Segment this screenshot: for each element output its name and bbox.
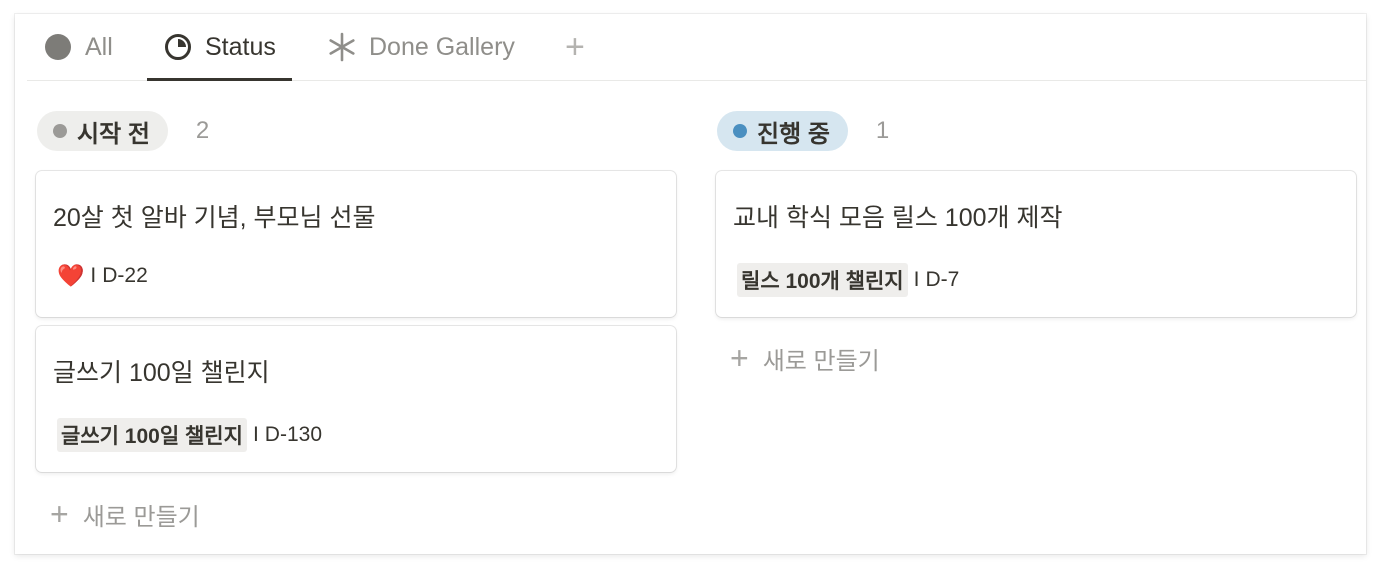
column-count: 1 bbox=[875, 117, 890, 144]
separator: I bbox=[913, 268, 920, 291]
card-properties: 릴스 100개 챌린지 I D-7 bbox=[733, 263, 959, 297]
add-view-button[interactable]: + bbox=[565, 14, 585, 80]
plus-icon: + bbox=[565, 27, 585, 66]
tab-all[interactable]: All bbox=[43, 14, 113, 80]
card-title: 교내 학식 모음 릴스 100개 제작 bbox=[733, 204, 1063, 232]
new-card-button[interactable]: + 새로 만들기 bbox=[730, 340, 880, 377]
tab-done-gallery[interactable]: Done Gallery bbox=[327, 14, 515, 80]
relation-tag[interactable]: 글쓰기 100일 챌린지 bbox=[57, 418, 247, 452]
status-label: 시작 전 bbox=[77, 120, 150, 148]
status-dot-icon bbox=[53, 124, 67, 138]
board-card[interactable]: 20살 첫 알바 기념, 부모님 선물 ❤️ I D-22 bbox=[36, 171, 676, 317]
board-card[interactable]: 글쓰기 100일 챌린지 글쓰기 100일 챌린지 I D-130 bbox=[36, 326, 676, 472]
board-card[interactable]: 교내 학식 모음 릴스 100개 제작 릴스 100개 챌린지 I D-7 bbox=[716, 171, 1356, 317]
tab-label: All bbox=[85, 32, 113, 61]
separator: I bbox=[252, 423, 259, 446]
card-title: 20살 첫 알바 기념, 부모님 선물 bbox=[53, 204, 376, 232]
plus-icon: + bbox=[730, 340, 749, 376]
new-card-label: 새로 만들기 bbox=[82, 504, 200, 531]
board-panel: All Status Done Gallery + 시작 전 2 진행 중 1 … bbox=[15, 14, 1366, 554]
column-count: 2 bbox=[195, 117, 210, 144]
tab-status[interactable]: Status bbox=[147, 14, 292, 81]
relation-tag[interactable]: 릴스 100개 챌린지 bbox=[737, 263, 908, 297]
plus-icon: + bbox=[50, 496, 69, 532]
new-card-label: 새로 만들기 bbox=[762, 348, 880, 375]
status-pill: 시작 전 bbox=[37, 111, 168, 151]
d-day-value: D-22 bbox=[102, 264, 148, 287]
new-card-button[interactable]: + 새로 만들기 bbox=[50, 496, 200, 533]
column-header-in-progress[interactable]: 진행 중 1 bbox=[717, 111, 889, 151]
column-header-not-started[interactable]: 시작 전 2 bbox=[37, 111, 209, 151]
card-title: 글쓰기 100일 챌린지 bbox=[53, 359, 270, 387]
heart-icon: ❤️ bbox=[57, 263, 85, 288]
status-dot-icon bbox=[733, 124, 747, 138]
status-label: 진행 중 bbox=[757, 120, 830, 148]
tab-label: Done Gallery bbox=[369, 32, 515, 61]
d-day-value: D-130 bbox=[264, 423, 322, 446]
separator: I bbox=[90, 264, 97, 287]
card-properties: ❤️ I D-22 bbox=[53, 263, 148, 289]
pie-chart-icon bbox=[163, 32, 193, 62]
asterisk-icon bbox=[327, 32, 357, 62]
d-day-value: D-7 bbox=[925, 268, 960, 291]
circle-filled-icon bbox=[43, 32, 73, 62]
tab-label: Status bbox=[205, 32, 276, 61]
status-pill: 진행 중 bbox=[717, 111, 848, 151]
view-tab-bar: All Status Done Gallery + bbox=[27, 14, 1366, 81]
card-properties: 글쓰기 100일 챌린지 I D-130 bbox=[53, 418, 322, 452]
